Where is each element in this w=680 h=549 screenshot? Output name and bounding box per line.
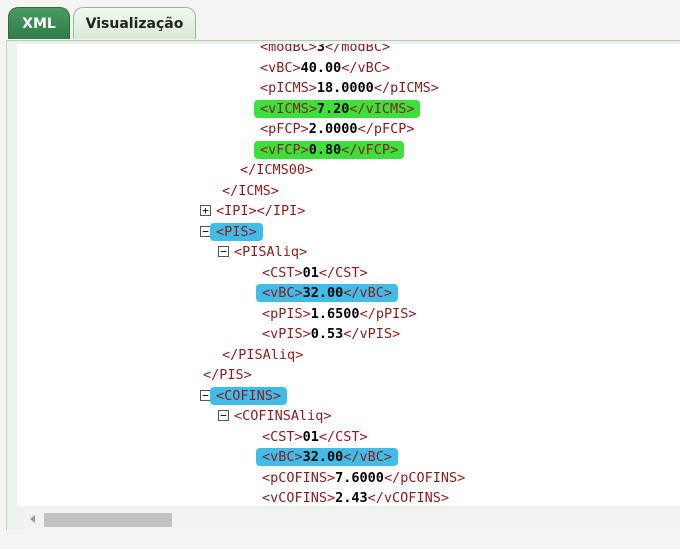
- xml-open-tag: <IPI></IPI>: [216, 203, 306, 219]
- xml-open-tag: <CST>: [262, 428, 303, 445]
- xml-close-tag: </CST>: [318, 264, 368, 281]
- xml-value: 32.00: [302, 449, 344, 465]
- xml-line: <pICMS>18.0000</pICMS>: [260, 78, 439, 98]
- expand-icon[interactable]: +: [200, 205, 211, 216]
- xml-line: <vBC>32.00</vBC>: [262, 283, 392, 303]
- xml-line: <vPIS>0.53</vPIS>: [262, 324, 400, 344]
- xml-value: 40.00: [300, 59, 342, 76]
- xml-close-tag: </CST>: [318, 428, 368, 445]
- xml-line: <CST>01</CST>: [262, 427, 368, 447]
- xml-open-tag: </PISAliq>: [222, 346, 304, 363]
- xml-value: 7.6000: [335, 469, 384, 486]
- xml-line: <PIS>: [216, 222, 257, 242]
- xml-line: <PISAliq>: [234, 242, 307, 262]
- xml-open-tag: <pCOFINS>: [262, 469, 336, 486]
- xml-close-tag: </vBC>: [343, 449, 393, 465]
- xml-open-tag: <pFCP>: [260, 121, 309, 137]
- xml-close-tag: </pFCP>: [357, 121, 415, 137]
- xml-line: <vICMS>7.20</vICMS>: [260, 99, 414, 119]
- scroll-left-icon[interactable]: [30, 515, 35, 523]
- xml-open-tag: <vBC>: [260, 59, 301, 76]
- xml-value: 0.53: [310, 326, 344, 342]
- xml-close-tag: </vBC>: [341, 59, 391, 76]
- xml-value: 2.0000: [308, 121, 358, 137]
- xml-open-tag: <modBC>: [260, 44, 317, 55]
- xml-open-tag: <vFCP>: [260, 141, 309, 158]
- xml-line: </ICMS00>: [240, 160, 313, 180]
- xml-line: <pCOFINS>7.6000</pCOFINS>: [262, 468, 465, 488]
- xml-line: <vBC>32.00</vBC>: [262, 447, 392, 467]
- xml-line: <vCOFINS>2.43</vCOFINS>: [262, 488, 449, 506]
- xml-open-tag: <PISAliq>: [234, 244, 308, 260]
- xml-value: 01: [302, 428, 319, 445]
- tab-xml[interactable]: XML: [8, 7, 70, 39]
- xml-close-tag: </pPIS>: [359, 305, 417, 322]
- xml-line: <COFINS>: [216, 386, 281, 406]
- xml-open-tag: <pPIS>: [262, 305, 311, 322]
- xml-line: <COFINSAliq>: [234, 406, 332, 426]
- xml-open-tag: <pICMS>: [260, 80, 317, 96]
- xml-open-tag: <CST>: [262, 264, 303, 281]
- xml-close-tag: </vCOFINS>: [367, 490, 449, 506]
- xml-value: 7.20: [316, 100, 350, 117]
- xml-line: <pFCP>2.0000</pFCP>: [260, 119, 414, 139]
- xml-value: 18.0000: [316, 80, 374, 96]
- xml-open-tag: <PIS>: [216, 223, 257, 240]
- xml-close-tag: </vFCP>: [341, 141, 399, 158]
- xml-line: <IPI></IPI>: [216, 201, 305, 221]
- xml-line: <modBC>3</modBC>: [260, 44, 390, 57]
- xml-line: <vBC>40.00</vBC>: [260, 58, 390, 78]
- tab-bar: XML Visualização: [0, 0, 680, 42]
- collapse-icon[interactable]: −: [218, 246, 229, 257]
- xml-close-tag: </modBC>: [325, 44, 391, 55]
- xml-line: </ICMS>: [222, 181, 279, 201]
- xml-open-tag: </PIS>: [203, 367, 252, 383]
- xml-open-tag: <vPIS>: [262, 326, 311, 342]
- xml-close-tag: </vBC>: [343, 285, 393, 301]
- xml-value: 0.80: [308, 141, 342, 158]
- xml-line: <vFCP>0.80</vFCP>: [260, 140, 398, 160]
- tab-visualizacao[interactable]: Visualização: [73, 7, 196, 39]
- xml-open-tag: <COFINSAliq>: [234, 408, 332, 424]
- xml-open-tag: <vCOFINS>: [262, 490, 336, 506]
- xml-close-tag: </vICMS>: [349, 100, 415, 117]
- xml-viewer: <modBC>3</modBC> <vBC>40.00</vBC> <pICMS>1…: [17, 44, 680, 506]
- scrollbar-thumb[interactable]: [44, 513, 172, 527]
- xml-line: <CST>01</CST>: [262, 263, 368, 283]
- xml-line: </PIS>: [203, 365, 252, 385]
- xml-open-tag: <COFINS>: [216, 387, 282, 404]
- xml-open-tag: <vBC>: [262, 285, 303, 301]
- horizontal-scrollbar[interactable]: [24, 510, 680, 530]
- xml-value: 01: [302, 264, 319, 281]
- xml-value: 2.43: [335, 490, 368, 506]
- xml-value: 3: [316, 44, 326, 55]
- xml-line: <pPIS>1.6500</pPIS>: [262, 304, 416, 324]
- xml-open-tag: </ICMS00>: [240, 162, 314, 178]
- collapse-icon[interactable]: −: [218, 410, 229, 421]
- xml-value: 1.6500: [310, 305, 360, 322]
- xml-line: </PISAliq>: [222, 345, 303, 365]
- xml-open-tag: <vBC>: [262, 449, 303, 465]
- xml-open-tag: <vICMS>: [260, 100, 317, 117]
- bottom-strip: [0, 530, 680, 549]
- xml-close-tag: </pCOFINS>: [383, 469, 466, 486]
- xml-open-tag: </ICMS>: [222, 182, 279, 199]
- xml-close-tag: </vPIS>: [343, 326, 401, 342]
- xml-value: 32.00: [302, 285, 344, 301]
- xml-close-tag: </pICMS>: [373, 80, 439, 96]
